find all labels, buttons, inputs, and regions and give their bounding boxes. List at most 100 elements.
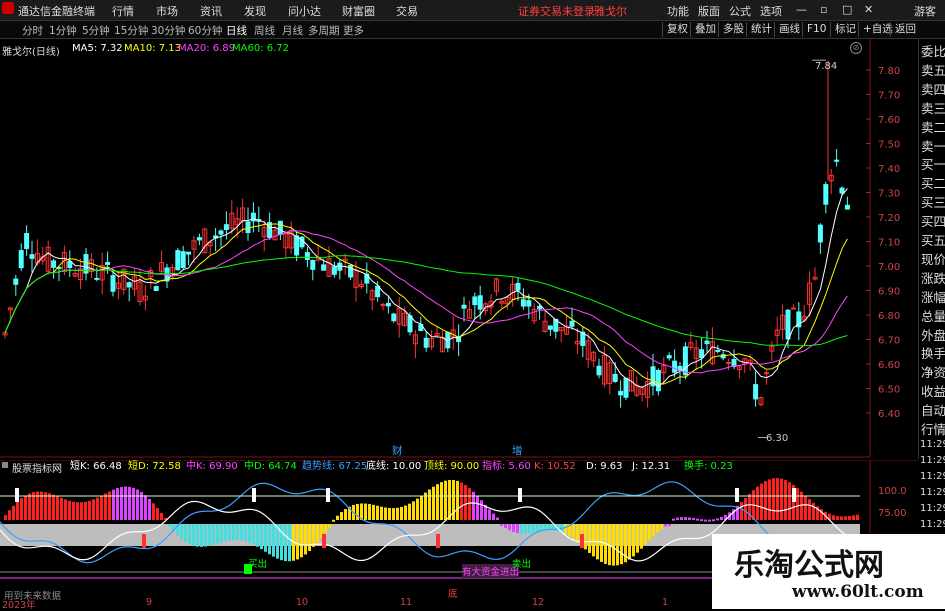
date-label: 1 [662, 597, 669, 608]
indicator-bar [740, 501, 743, 520]
candle-body [477, 295, 483, 310]
indicator-bar [312, 524, 315, 547]
period-tab[interactable]: 5分钟 [82, 23, 110, 38]
price-tick: 6.70 [878, 336, 900, 347]
price-tick: 6.60 [878, 360, 900, 371]
indicator-value: J: 12.31 [631, 461, 670, 472]
guest-label[interactable]: 游客 [914, 3, 936, 19]
menu-discover[interactable]: 发现 [244, 3, 266, 19]
candle-body [24, 233, 30, 250]
period-more[interactable]: 更多 [343, 23, 364, 38]
candle-body [817, 224, 823, 243]
indicator-bar [404, 505, 407, 520]
menu-market[interactable]: 行情 [112, 3, 134, 19]
candle-body [385, 302, 391, 307]
buy-signal-label: 买出 [248, 559, 268, 570]
indicator-bar [592, 524, 595, 557]
restore-icon[interactable]: ▫ [820, 3, 827, 16]
period-tab[interactable]: 60分钟 [188, 23, 222, 38]
candle-body [699, 349, 705, 359]
tool-button[interactable]: 多股 [718, 22, 744, 37]
indicator-bar [436, 484, 439, 520]
menu-exchange[interactable]: 市场 [156, 3, 178, 19]
indicator-bar [296, 524, 299, 560]
kline-chart[interactable]: 雅戈尔(日线) MA5: 7.32 MA10: 7.13 MA20: 6.89 … [0, 39, 900, 458]
period-tab[interactable]: 多周期 [308, 23, 340, 38]
finance-marker[interactable]: 财 [392, 443, 403, 458]
indicator-bar [8, 510, 11, 520]
indicator-bar [756, 486, 759, 520]
quote-panel: 委比 卖五 卖四 卖三 卖二 卖一 买一 买二 买三 买四 买五 现价 涨跌 涨幅 总量 外盘 换手 净资 收益 自动… [918, 39, 945, 459]
minimize-icon[interactable]: — [796, 3, 807, 16]
indicator-bar [524, 524, 527, 534]
period-tab[interactable]: 1分钟 [49, 23, 77, 38]
menu-news[interactable]: 资讯 [200, 3, 222, 19]
indicator-bar [208, 524, 211, 546]
signal-flag [326, 488, 330, 502]
tool-button[interactable]: F10 [802, 22, 826, 37]
indicator-bar [660, 524, 663, 530]
tool-button[interactable]: 标记 [830, 22, 856, 37]
maximize-icon[interactable]: □ [842, 3, 852, 16]
menu-ask[interactable]: 问小达 [288, 3, 321, 19]
menu-wealth[interactable]: 财富圈 [342, 3, 375, 19]
indicator-bar [380, 506, 383, 520]
tool-button[interactable]: 叠加 [690, 22, 716, 37]
indicator-bar [240, 524, 243, 541]
tool-formula[interactable]: 公式 [729, 3, 751, 19]
period-tab[interactable]: 月线 [282, 23, 303, 38]
indicator-bar [460, 482, 463, 520]
indicator-bar [464, 484, 467, 520]
candle-body [790, 307, 796, 310]
indicator-bar [564, 524, 567, 535]
sell-signal-label: 卖出 [512, 559, 532, 570]
indicator-bar [300, 524, 303, 558]
tool-button[interactable]: 画线 [774, 22, 800, 37]
quote-field-label: 买四 [921, 214, 945, 230]
tool-options[interactable]: 选项 [760, 3, 782, 19]
indicator-bar [392, 508, 395, 520]
indicator-bar [104, 493, 107, 520]
period-tab[interactable]: 15分钟 [114, 23, 148, 38]
tool-function[interactable]: 功能 [667, 3, 689, 19]
period-tab-active[interactable]: 日线 [226, 23, 247, 38]
candle-body [13, 278, 19, 285]
indicator-bar [72, 501, 75, 520]
add-favorite-button[interactable]: +自选 [858, 22, 893, 37]
login-notice[interactable]: 证券交易未登录 [518, 3, 595, 19]
indicator-bar [268, 524, 271, 555]
price-tick: 7.70 [878, 91, 900, 102]
indicator-bar [216, 524, 219, 544]
indicator-bar [688, 517, 691, 520]
indicator-bar [336, 515, 339, 520]
indicator-bar [672, 518, 675, 521]
menu-trade[interactable]: 交易 [396, 3, 418, 19]
candle-body [461, 304, 467, 309]
indicator-bar [476, 495, 479, 520]
candle-body [726, 361, 732, 364]
time-label: 11:29 [920, 455, 945, 466]
close-icon[interactable]: ✕ [864, 3, 873, 16]
increase-marker[interactable]: 增 [512, 443, 523, 458]
candle-body [839, 187, 845, 194]
tool-layout[interactable]: 版面 [698, 3, 720, 19]
price-tick: 7.00 [878, 262, 900, 273]
tool-button[interactable]: 统计 [746, 22, 772, 37]
indicator-bar [152, 503, 155, 520]
period-tab[interactable]: 分时 [22, 23, 43, 38]
period-tab[interactable]: 周线 [254, 23, 275, 38]
stock-name: 雅戈尔 [594, 5, 627, 18]
indicator-bar [88, 500, 91, 520]
indicator-bar [444, 480, 447, 520]
indicator-bar [80, 502, 83, 520]
indicator-bar [160, 512, 163, 520]
quote-field-label: 买二 [921, 176, 945, 192]
candle-body [294, 235, 300, 256]
period-tab[interactable]: 30分钟 [151, 23, 185, 38]
candle-body [105, 261, 111, 265]
tool-button[interactable]: 复权 [662, 22, 688, 37]
candle-body [391, 313, 397, 322]
back-button[interactable]: 返回 [890, 22, 916, 37]
indicator-bar [48, 493, 51, 520]
indicator-bar [628, 524, 631, 560]
